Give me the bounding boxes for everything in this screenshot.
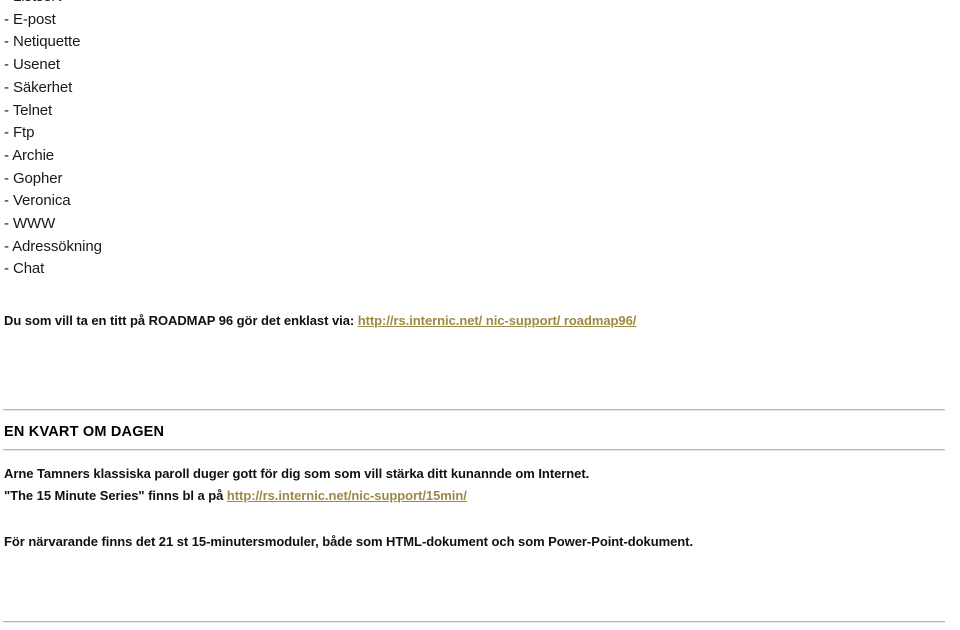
paragraph-series: "The 15 Minute Series" finns bl a på htt… — [4, 488, 467, 503]
list-item: - Ftp — [4, 124, 35, 142]
list-item: - Säkerhet — [4, 78, 73, 96]
list-item: - Gopher — [4, 169, 63, 187]
horizontal-rule-top — [3, 409, 945, 411]
list-item: - Archie — [4, 146, 55, 164]
section-heading: EN KVART OM DAGEN — [4, 424, 165, 440]
roadmap96-link[interactable]: http://rs.internic.net/ nic-support/ roa… — [358, 313, 637, 328]
list-item: - Chat — [4, 260, 45, 278]
topic-list: - Listserv - E-post - Netiquette - Usene… — [4, 0, 404, 281]
roadmap-paragraph: Du som vill ta en titt på ROADMAP 96 gör… — [4, 313, 636, 328]
roadmap-text: Du som vill ta en titt på ROADMAP 96 gör… — [4, 313, 358, 328]
list-item: - WWW — [4, 215, 56, 233]
list-item: - Listserv — [4, 0, 404, 9]
list-item: - Telnet — [4, 101, 53, 119]
horizontal-rule-middle — [3, 449, 945, 451]
paragraph-intro: Arne Tamners klassiska paroll duger gott… — [4, 466, 590, 481]
fifteen-min-link[interactable]: http://rs.internic.net/nic-support/15min… — [227, 488, 467, 503]
paragraph-modules: För närvarande finns det 21 st 15-minute… — [4, 534, 694, 549]
horizontal-rule-bottom — [3, 621, 945, 623]
paragraph-series-text: "The 15 Minute Series" finns bl a på — [4, 488, 227, 503]
list-item: - Netiquette — [4, 33, 81, 51]
list-item: - Usenet — [4, 56, 60, 74]
list-item: - Veronica — [4, 192, 71, 210]
list-item: - Adressökning — [4, 237, 102, 255]
list-item: - E-post — [4, 10, 56, 28]
